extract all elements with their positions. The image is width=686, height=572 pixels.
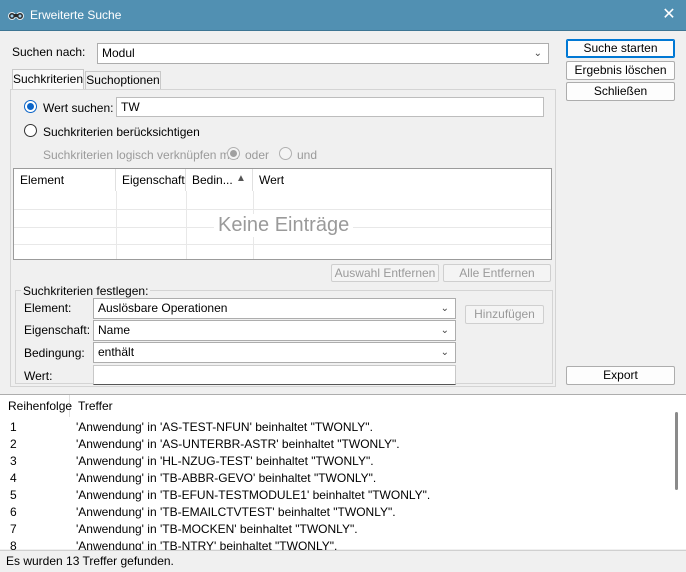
define-criteria-label: Suchkriterien festlegen: bbox=[21, 284, 151, 298]
property-select[interactable]: Name ⌄ bbox=[93, 320, 456, 341]
element-select[interactable]: Auslösbare Operationen ⌄ bbox=[93, 298, 456, 319]
close-button[interactable]: Schließen bbox=[566, 82, 675, 101]
list-item[interactable]: 5 'Anwendung' in 'TB-EFUN-TESTMODULE1' be… bbox=[0, 488, 670, 505]
result-text: 'Anwendung' in 'TB-EMAILCTVTEST' beinhal… bbox=[76, 505, 396, 519]
value-search-radio[interactable] bbox=[24, 100, 37, 113]
column-header-condition[interactable]: Bedin... ▲ bbox=[186, 169, 253, 191]
value-label: Wert: bbox=[24, 369, 53, 383]
logic-label: Suchkriterien logisch verknüpfen mit: bbox=[43, 148, 240, 162]
result-order: 2 bbox=[10, 437, 17, 451]
column-header-order[interactable]: Reihenfolge bbox=[0, 395, 72, 417]
list-item[interactable]: 3 'Anwendung' in 'HL-NZUG-TEST' beinhalte… bbox=[0, 454, 670, 471]
result-text: 'Anwendung' in 'TB-ABBR-GEVO' beinhaltet… bbox=[76, 471, 377, 485]
empty-table-text: Keine Einträge bbox=[214, 214, 354, 237]
result-text: 'Anwendung' in 'AS-UNTERBR-ASTR' beinhal… bbox=[76, 437, 400, 451]
result-order: 4 bbox=[10, 471, 17, 485]
column-header-property[interactable]: Eigenschaft bbox=[116, 169, 186, 191]
element-label: Element: bbox=[24, 301, 72, 315]
add-button[interactable]: Hinzufügen bbox=[465, 305, 544, 324]
result-order: 1 bbox=[10, 420, 17, 434]
list-item[interactable]: 1 'Anwendung' in 'AS-TEST-NFUN' beinhalte… bbox=[0, 420, 670, 437]
result-text: 'Anwendung' in 'TB-EFUN-TESTMODULE1' bei… bbox=[76, 488, 431, 502]
remove-all-button[interactable]: Alle Entfernen bbox=[443, 264, 551, 282]
list-item[interactable]: 7 'Anwendung' in 'TB-MOCKEN' beinhaltet "… bbox=[0, 522, 670, 539]
result-order: 6 bbox=[10, 505, 17, 519]
binoculars-icon bbox=[8, 12, 24, 20]
logic-and-radio[interactable] bbox=[279, 147, 292, 160]
result-text: 'Anwendung' in 'AS-TEST-NFUN' beinhaltet… bbox=[76, 420, 373, 434]
tab-search-options[interactable]: Suchoptionen bbox=[85, 71, 161, 89]
result-text: 'Anwendung' in 'TB-MOCKEN' beinhaltet "T… bbox=[76, 522, 358, 536]
column-header-value[interactable]: Wert bbox=[253, 169, 551, 191]
logic-and-label: und bbox=[297, 148, 318, 162]
grid-line bbox=[116, 191, 117, 259]
value-search-label: Wert suchen: bbox=[43, 101, 114, 115]
clear-results-button[interactable]: Ergebnis löschen bbox=[566, 61, 675, 80]
close-icon[interactable]: ✕ bbox=[656, 4, 682, 26]
grid-line bbox=[186, 191, 187, 259]
chevron-down-icon: ⌄ bbox=[440, 303, 449, 314]
search-for-select[interactable]: Modul ⌄ bbox=[97, 43, 549, 64]
logic-or-label: oder bbox=[245, 148, 270, 162]
property-label: Eigenschaft: bbox=[24, 323, 91, 337]
column-header-element[interactable]: Element bbox=[14, 169, 116, 191]
scrollbar-thumb[interactable] bbox=[675, 412, 678, 490]
criteria-table[interactable]: Element Eigenschaft Bedin... ▲ Wert Kein… bbox=[13, 168, 552, 260]
list-item[interactable]: 6 'Anwendung' in 'TB-EMAILCTVTEST' beinha… bbox=[0, 505, 670, 522]
result-order: 5 bbox=[10, 488, 17, 502]
condition-value: enthält bbox=[98, 345, 135, 359]
column-header-condition-label: Bedin... bbox=[192, 173, 233, 187]
export-button[interactable]: Export bbox=[566, 366, 675, 385]
sort-ascending-icon: ▲ bbox=[236, 173, 246, 184]
start-search-button[interactable]: Suche starten bbox=[566, 39, 675, 58]
results-list[interactable]: Reihenfolge Treffer 1 'Anwendung' in 'AS-… bbox=[0, 394, 686, 553]
result-order: 7 bbox=[10, 522, 17, 536]
title-bar: Erweiterte Suche ✕ bbox=[0, 0, 686, 31]
logic-or-radio[interactable] bbox=[227, 147, 240, 160]
chevron-down-icon: ⌄ bbox=[533, 48, 542, 59]
window-title: Erweiterte Suche bbox=[30, 8, 122, 22]
grid-line bbox=[14, 209, 551, 210]
property-value: Name bbox=[98, 323, 131, 337]
result-text: 'Anwendung' in 'HL-NZUG-TEST' beinhaltet… bbox=[76, 454, 374, 468]
element-value: Auslösbare Operationen bbox=[98, 301, 228, 315]
status-bar: Es wurden 13 Treffer gefunden. bbox=[0, 550, 686, 572]
search-for-value: Modul bbox=[102, 46, 135, 60]
value-search-text: TW bbox=[121, 100, 140, 114]
value-input[interactable] bbox=[93, 365, 456, 385]
grid-line bbox=[14, 244, 551, 245]
consider-criteria-label: Suchkriterien berücksichtigen bbox=[43, 125, 200, 139]
chevron-down-icon: ⌄ bbox=[440, 347, 449, 358]
search-for-label: Suchen nach: bbox=[12, 45, 86, 59]
condition-select[interactable]: enthält ⌄ bbox=[93, 342, 456, 363]
value-search-input[interactable]: TW bbox=[116, 97, 544, 117]
chevron-down-icon: ⌄ bbox=[440, 325, 449, 336]
list-item[interactable]: 2 'Anwendung' in 'AS-UNTERBR-ASTR' beinha… bbox=[0, 437, 670, 454]
tab-search-criteria[interactable]: Suchkriterien bbox=[12, 69, 84, 90]
remove-selection-button[interactable]: Auswahl Entfernen bbox=[331, 264, 439, 282]
result-order: 3 bbox=[10, 454, 17, 468]
column-header-hits[interactable]: Treffer bbox=[70, 395, 170, 417]
condition-label: Bedingung: bbox=[24, 346, 85, 360]
list-item[interactable]: 4 'Anwendung' in 'TB-ABBR-GEVO' beinhalte… bbox=[0, 471, 670, 488]
consider-criteria-radio[interactable] bbox=[24, 124, 37, 137]
